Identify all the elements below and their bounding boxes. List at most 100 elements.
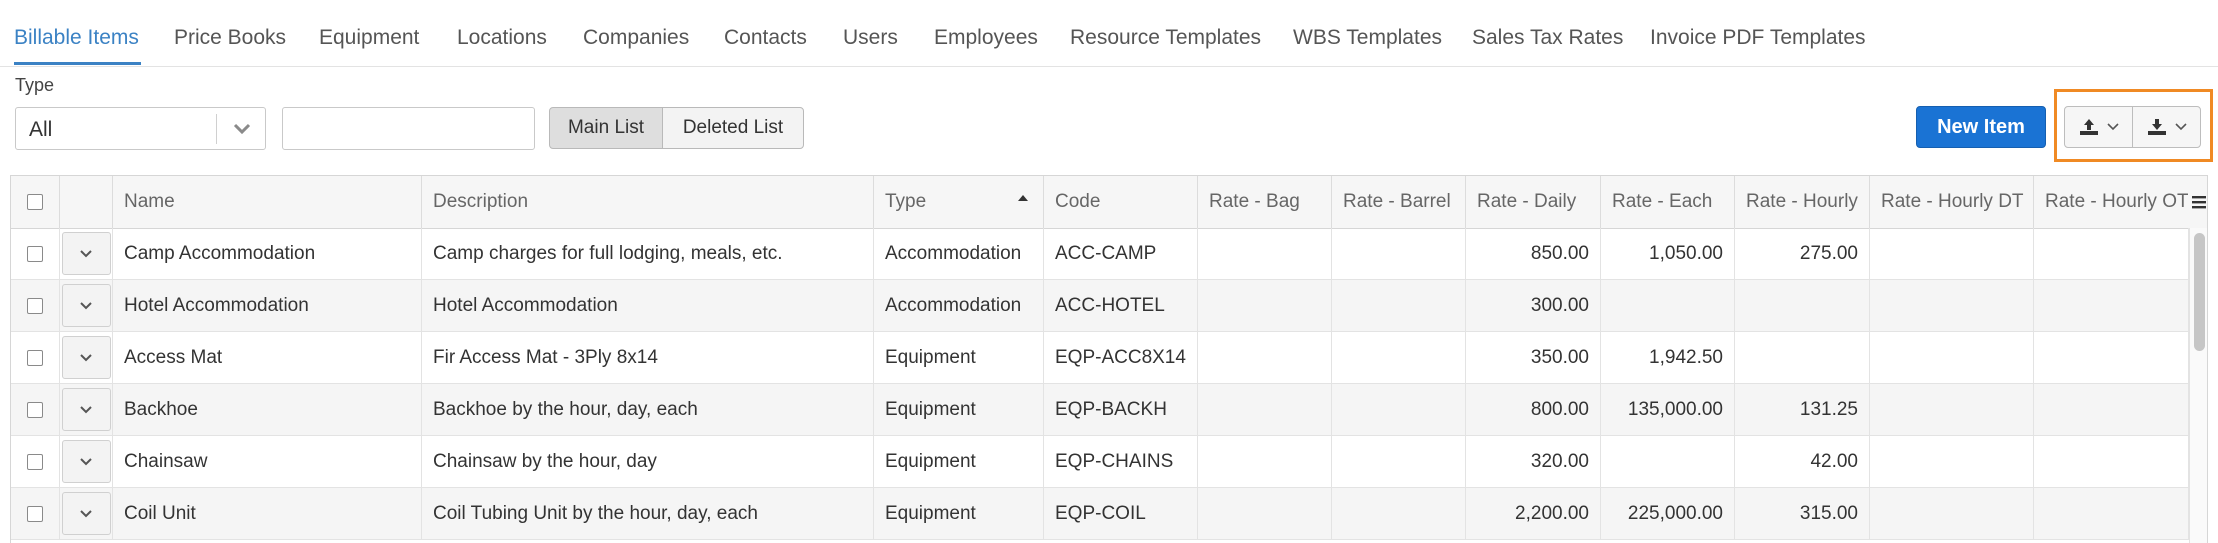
row-expand-cell bbox=[60, 384, 113, 435]
cell-name: Access Mat bbox=[113, 332, 422, 383]
tab-bar: Billable Items Price Books Equipment Loc… bbox=[0, 0, 2218, 67]
cell-rate-each: 135,000.00 bbox=[1601, 384, 1735, 435]
tab-contacts[interactable]: Contacts bbox=[724, 26, 807, 50]
tab-sales-tax-rates[interactable]: Sales Tax Rates bbox=[1472, 26, 1623, 50]
select-all-checkbox[interactable] bbox=[27, 194, 43, 210]
import-button[interactable] bbox=[2065, 107, 2132, 147]
tab-companies[interactable]: Companies bbox=[583, 26, 689, 50]
chevron-down-icon[interactable] bbox=[232, 121, 252, 137]
row-checkbox[interactable] bbox=[27, 453, 43, 470]
column-header-rate-daily[interactable]: Rate - Daily bbox=[1466, 176, 1601, 228]
export-button[interactable] bbox=[2132, 107, 2200, 147]
grid-header: Name Description Type Code Rate - Bag Ra… bbox=[11, 176, 2207, 229]
row-checkbox[interactable] bbox=[27, 245, 43, 262]
column-header-description[interactable]: Description bbox=[422, 176, 874, 228]
tab-price-books[interactable]: Price Books bbox=[174, 26, 286, 50]
cell-description: Chainsaw by the hour, day bbox=[422, 436, 874, 487]
row-checkbox[interactable] bbox=[27, 505, 43, 522]
cell-rate-bag bbox=[1198, 436, 1332, 487]
deleted-list-button[interactable]: Deleted List bbox=[662, 107, 804, 149]
tab-wbs-templates[interactable]: WBS Templates bbox=[1293, 26, 1442, 50]
cell-rate-each: 225,000.00 bbox=[1601, 488, 1735, 539]
cell-code: ACC-CAMP bbox=[1044, 228, 1198, 279]
cell-rate-hourly-ot bbox=[2034, 436, 2189, 487]
chevron-down-icon bbox=[2106, 123, 2119, 131]
column-header-rate-hourly[interactable]: Rate - Hourly bbox=[1735, 176, 1870, 228]
cell-code: EQP-BACKH bbox=[1044, 384, 1198, 435]
cell-code: EQP-COIL bbox=[1044, 488, 1198, 539]
row-expand-button[interactable] bbox=[61, 232, 111, 275]
column-header-rate-hourly-ot[interactable]: Rate - Hourly OT bbox=[2034, 176, 2189, 228]
column-header-rate-each[interactable]: Rate - Each bbox=[1601, 176, 1735, 228]
cell-rate-daily: 350.00 bbox=[1466, 332, 1601, 383]
cell-rate-hourly bbox=[1735, 280, 1870, 331]
column-header-rate-barrel[interactable]: Rate - Barrel bbox=[1332, 176, 1466, 228]
tab-locations[interactable]: Locations bbox=[457, 26, 547, 50]
row-checkbox[interactable] bbox=[27, 349, 43, 366]
row-select-cell bbox=[11, 384, 60, 435]
cell-type: Equipment bbox=[874, 488, 1044, 539]
table-row[interactable]: Coil Unit Coil Tubing Unit by the hour, … bbox=[11, 488, 2207, 540]
row-checkbox[interactable] bbox=[27, 401, 43, 418]
row-expand-button[interactable] bbox=[61, 440, 111, 483]
main-list-button[interactable]: Main List bbox=[549, 107, 663, 149]
vertical-scrollbar[interactable] bbox=[2189, 228, 2207, 543]
chevron-down-icon bbox=[80, 301, 92, 309]
table-row[interactable]: Access Mat Fir Access Mat - 3Ply 8x14 Eq… bbox=[11, 332, 2207, 384]
table-row[interactable]: Chainsaw Chainsaw by the hour, day Equip… bbox=[11, 436, 2207, 488]
tab-users[interactable]: Users bbox=[843, 26, 898, 50]
new-item-button[interactable]: New Item bbox=[1916, 106, 2046, 148]
chevron-down-icon bbox=[80, 509, 92, 517]
row-expand-button[interactable] bbox=[61, 492, 111, 535]
row-expand-button[interactable] bbox=[61, 388, 111, 431]
cell-rate-hourly-dt bbox=[1870, 332, 2034, 383]
cell-rate-bag bbox=[1198, 332, 1332, 383]
tab-employees[interactable]: Employees bbox=[934, 26, 1038, 50]
table-row[interactable]: Backhoe Backhoe by the hour, day, each E… bbox=[11, 384, 2207, 436]
cell-rate-hourly-ot bbox=[2034, 488, 2189, 539]
cell-name: Chainsaw bbox=[113, 436, 422, 487]
cell-rate-barrel bbox=[1332, 332, 1466, 383]
cell-rate-hourly-dt bbox=[1870, 436, 2034, 487]
cell-type: Equipment bbox=[874, 436, 1044, 487]
column-header-type[interactable]: Type bbox=[874, 176, 1044, 228]
row-select-cell bbox=[11, 436, 60, 487]
tab-invoice-pdf-templates[interactable]: Invoice PDF Templates bbox=[1650, 26, 1866, 50]
chevron-down-icon bbox=[80, 457, 92, 465]
cell-rate-hourly-ot bbox=[2034, 384, 2189, 435]
row-expand-button[interactable] bbox=[61, 336, 111, 379]
type-select[interactable]: All bbox=[15, 107, 266, 150]
table-row[interactable]: Camp Accommodation Camp charges for full… bbox=[11, 228, 2207, 280]
chevron-down-icon bbox=[80, 405, 92, 413]
row-expand-button[interactable] bbox=[61, 284, 111, 327]
cell-rate-bag bbox=[1198, 280, 1332, 331]
cell-rate-hourly bbox=[1735, 332, 1870, 383]
tab-billable-items[interactable]: Billable Items bbox=[14, 26, 139, 50]
cell-description: Hotel Accommodation bbox=[422, 280, 874, 331]
type-filter-label: Type bbox=[15, 75, 55, 95]
table-row[interactable]: Hotel Accommodation Hotel Accommodation … bbox=[11, 280, 2207, 332]
tab-resource-templates[interactable]: Resource Templates bbox=[1070, 26, 1261, 50]
tab-equipment[interactable]: Equipment bbox=[319, 26, 419, 50]
cell-type: Equipment bbox=[874, 384, 1044, 435]
row-checkbox[interactable] bbox=[27, 297, 43, 314]
cell-rate-each: 1,942.50 bbox=[1601, 332, 1735, 383]
billable-items-grid: Name Description Type Code Rate - Bag Ra… bbox=[10, 175, 2208, 543]
import-export-group bbox=[2064, 106, 2201, 148]
cell-rate-bag bbox=[1198, 488, 1332, 539]
scrollbar-thumb[interactable] bbox=[2194, 233, 2205, 351]
cell-rate-hourly: 275.00 bbox=[1735, 228, 1870, 279]
column-header-code[interactable]: Code bbox=[1044, 176, 1198, 228]
upload-icon bbox=[2079, 119, 2098, 135]
column-header-name[interactable]: Name bbox=[113, 176, 422, 228]
cell-rate-daily: 800.00 bbox=[1466, 384, 1601, 435]
column-header-rate-hourly-dt[interactable]: Rate - Hourly DT bbox=[1870, 176, 2034, 228]
cell-rate-hourly-dt bbox=[1870, 384, 2034, 435]
column-menu-icon[interactable] bbox=[2188, 192, 2207, 212]
search-input[interactable] bbox=[282, 107, 535, 150]
cell-rate-hourly: 315.00 bbox=[1735, 488, 1870, 539]
cell-rate-hourly: 42.00 bbox=[1735, 436, 1870, 487]
cell-rate-bag bbox=[1198, 384, 1332, 435]
cell-name: Coil Unit bbox=[113, 488, 422, 539]
column-header-rate-bag[interactable]: Rate - Bag bbox=[1198, 176, 1332, 228]
